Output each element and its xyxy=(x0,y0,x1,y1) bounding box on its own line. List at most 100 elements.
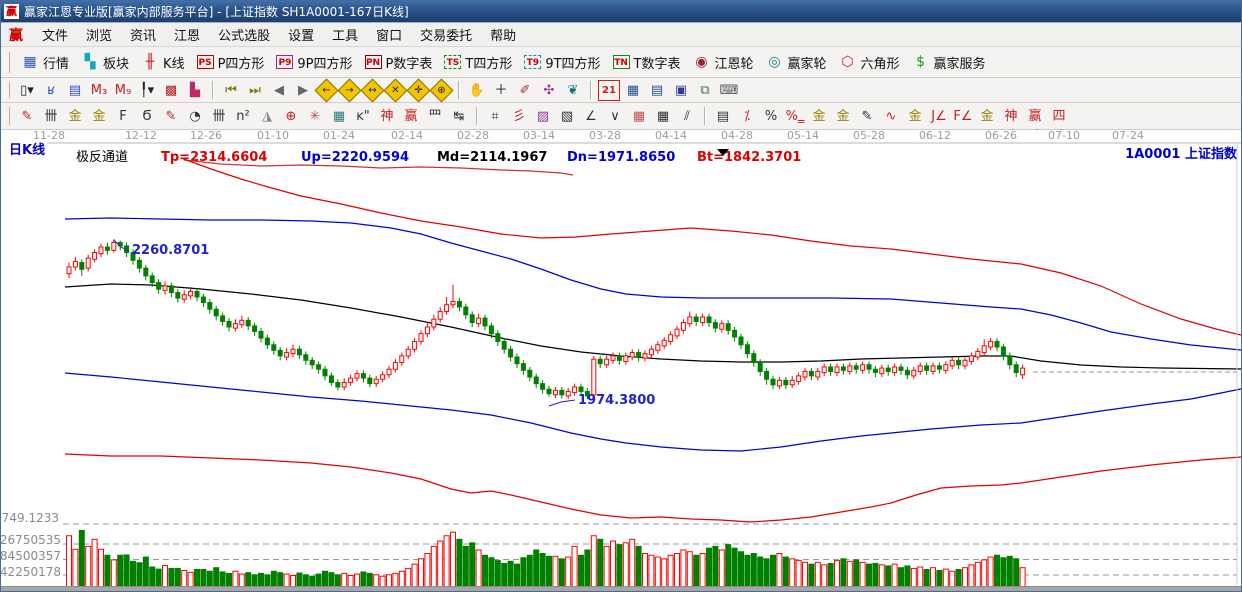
candle-style-dropdown-icon[interactable]: ▯▾ xyxy=(16,80,38,101)
quote-button[interactable]: ▦ 行情 xyxy=(15,50,75,75)
wave-9-tool-icon[interactable]: M₉ xyxy=(112,80,134,101)
f-ruler-icon[interactable]: F xyxy=(112,106,134,127)
win-box-icon[interactable]: 赢 xyxy=(400,106,422,127)
wave-3-tool-icon[interactable]: M₃ xyxy=(88,80,110,101)
hand-tool-icon[interactable]: ✋ xyxy=(466,80,488,101)
star-web-icon[interactable]: ✳ xyxy=(304,106,326,127)
menu-item-trade-order[interactable]: 交易委托 xyxy=(411,23,481,46)
v-lines-icon[interactable]: ∨ xyxy=(604,106,626,127)
ink-pen-icon[interactable]: ✎ xyxy=(856,106,878,127)
calculator-icon[interactable]: ▦ xyxy=(622,80,644,101)
toolbar-grip[interactable] xyxy=(4,106,10,126)
pan-left-button[interactable]: ← xyxy=(314,77,339,103)
t-number-table-button[interactable]: TN T数字表 xyxy=(607,50,687,75)
fan-lines-icon[interactable]: 彡 xyxy=(508,106,530,127)
zoom-reset-button[interactable]: ✕ xyxy=(383,77,408,103)
hexagon-button[interactable]: ⬡ 六角形 xyxy=(833,50,906,75)
9p-square-button[interactable]: P9 9P四方形 xyxy=(270,50,358,75)
network-icon[interactable]: ⧉ xyxy=(694,80,716,101)
k-marks-icon[interactable]: ĸ" xyxy=(352,106,374,127)
kline-button[interactable]: ╫ K线 xyxy=(135,50,191,75)
pattern-box-tool-icon[interactable]: ▩ xyxy=(160,80,182,101)
menu-item-window[interactable]: 窗口 xyxy=(367,23,411,46)
shen-angle-icon[interactable]: 神∠ xyxy=(1000,106,1022,143)
percent-line-icon[interactable]: ⁒ xyxy=(736,106,758,127)
save-icon[interactable]: ▣ xyxy=(670,80,692,101)
span-arrows-icon[interactable]: ↹ xyxy=(448,106,470,127)
gann-wheel-button[interactable]: ◉ 江恩轮 xyxy=(687,50,760,75)
compass-circle-icon[interactable]: ⊕ xyxy=(280,106,302,127)
free-curve-tool-icon[interactable]: ʁ xyxy=(40,80,62,101)
winner-service-button[interactable]: $ 赢家服务 xyxy=(906,50,992,75)
n-squared-icon[interactable]: n² xyxy=(232,106,254,127)
j-angle-icon[interactable]: J∠ xyxy=(928,106,950,127)
t-square-button[interactable]: TS T四方形 xyxy=(438,50,518,75)
win-angle-icon[interactable]: 赢∠ xyxy=(1024,106,1046,143)
ruler-comb-icon[interactable]: 卌 xyxy=(40,106,62,127)
sectors-button[interactable]: ▚ 板块 xyxy=(75,50,135,75)
winner-wheel-button[interactable]: ◎ 赢家轮 xyxy=(760,50,833,75)
zoom-in-button[interactable]: ✛ xyxy=(406,77,431,103)
menu-item-tools[interactable]: 工具 xyxy=(323,23,367,46)
price-grid-icon[interactable]: ▦ xyxy=(628,106,650,127)
zoom-all-button[interactable]: ⊕ xyxy=(429,77,454,103)
wave-gold-icon[interactable]: ∿ xyxy=(880,106,902,127)
f-angle-icon[interactable]: F∠ xyxy=(952,106,974,127)
fan-box-2-icon[interactable]: ▧ xyxy=(556,106,578,127)
last-bar-icon[interactable]: ⏭ xyxy=(244,80,266,101)
gold-ruler-2-icon[interactable]: 金 xyxy=(88,106,110,127)
pan-right-button[interactable]: → xyxy=(337,77,362,103)
circle-ruler-icon[interactable]: ◔ xyxy=(184,106,206,127)
percent-bars-icon[interactable]: ▤ xyxy=(712,106,734,127)
spiral-ruler-icon[interactable]: Ϭ xyxy=(136,106,158,127)
crosshair-tool-icon[interactable]: ＋ xyxy=(490,80,512,101)
angle-lines-icon[interactable]: ∠ xyxy=(580,106,602,127)
gold-angle-icon[interactable]: 金∠ xyxy=(976,106,998,143)
draw-pen-icon[interactable]: ✎ xyxy=(16,106,38,127)
9t-square-button[interactable]: T9 9T四方形 xyxy=(518,50,606,75)
fan-box-icon[interactable]: ▨ xyxy=(532,106,554,127)
menu-item-news[interactable]: 资讯 xyxy=(121,23,165,46)
toolbar-grip[interactable] xyxy=(4,51,10,73)
ruler-123-icon[interactable]: ⺫ xyxy=(424,106,446,127)
percent-icon[interactable]: % xyxy=(760,106,782,127)
p-square-button[interactable]: PS P四方形 xyxy=(191,50,271,75)
gann-box-icon[interactable]: ⌗ xyxy=(484,106,506,127)
gold-levels-icon[interactable]: 金 xyxy=(832,106,854,127)
menu-item-browse[interactable]: 浏览 xyxy=(77,23,121,46)
plain-comb-icon[interactable]: 卌 xyxy=(208,106,230,127)
volume-profile-icon[interactable]: ▙ xyxy=(184,80,206,101)
parallel-lines-icon[interactable]: ⫽ xyxy=(676,106,698,127)
web-square-icon[interactable]: ▦ xyxy=(328,106,350,127)
gold-lines-2-icon[interactable]: 金 xyxy=(904,106,926,127)
four-angle-icon[interactable]: 四∠ xyxy=(1048,106,1070,143)
menu-item-file[interactable]: 文件 xyxy=(33,23,77,46)
percent-levels-icon[interactable]: %‗ xyxy=(784,106,806,127)
kline-chart-area[interactable]: 11-28 12-12 12-26 01-10 01-24 02-14 02-28 03-14… xyxy=(1,129,1242,591)
shen-ruler-icon[interactable]: 神 xyxy=(376,106,398,127)
p-number-table-button[interactable]: PN P数字表 xyxy=(359,50,439,75)
gann-flower-tool-icon[interactable]: ✣ xyxy=(538,80,560,101)
kline-chart[interactable]: 11-28 12-12 12-26 01-10 01-24 02-14 02-28 03-14… xyxy=(1,129,1242,590)
first-bar-icon[interactable]: ⏮ xyxy=(220,80,242,101)
bottom-scrollbar[interactable] xyxy=(1,586,1241,591)
title-bar[interactable]: 赢 赢家江恩专业版[赢家内部服务平台] - [上证指数 SH1A0001-167… xyxy=(1,1,1241,23)
prev-bar-icon[interactable]: ◀ xyxy=(268,80,290,101)
menu-item-settings[interactable]: 设置 xyxy=(279,23,323,46)
zoom-horizontal-button[interactable]: ↔ xyxy=(360,77,385,103)
next-bar-icon[interactable]: ▶ xyxy=(292,80,314,101)
menu-item-gann[interactable]: 江恩 xyxy=(165,23,209,46)
gold-circle-icon[interactable]: 金 xyxy=(808,106,830,127)
pen-ruler-icon[interactable]: ✎ xyxy=(160,106,182,127)
info-panel-icon[interactable]: ▤ xyxy=(64,80,86,101)
angle-mirror-icon[interactable]: ◮ xyxy=(256,106,278,127)
toolbar-grip[interactable] xyxy=(4,81,10,99)
workstation-icon[interactable]: ⌨ xyxy=(718,80,740,101)
angle-measure-tool-icon[interactable]: ✐ xyxy=(514,80,536,101)
gold-ruler-1-icon[interactable]: 金 xyxy=(64,106,86,127)
menu-item-help[interactable]: 帮助 xyxy=(481,23,525,46)
notes-icon[interactable]: ▤ xyxy=(646,80,668,101)
calendar-icon[interactable]: 21 xyxy=(598,79,620,101)
time-grid-icon[interactable]: ▦ xyxy=(652,106,674,127)
menu-item-formula-stock-pick[interactable]: 公式选股 xyxy=(209,23,279,46)
